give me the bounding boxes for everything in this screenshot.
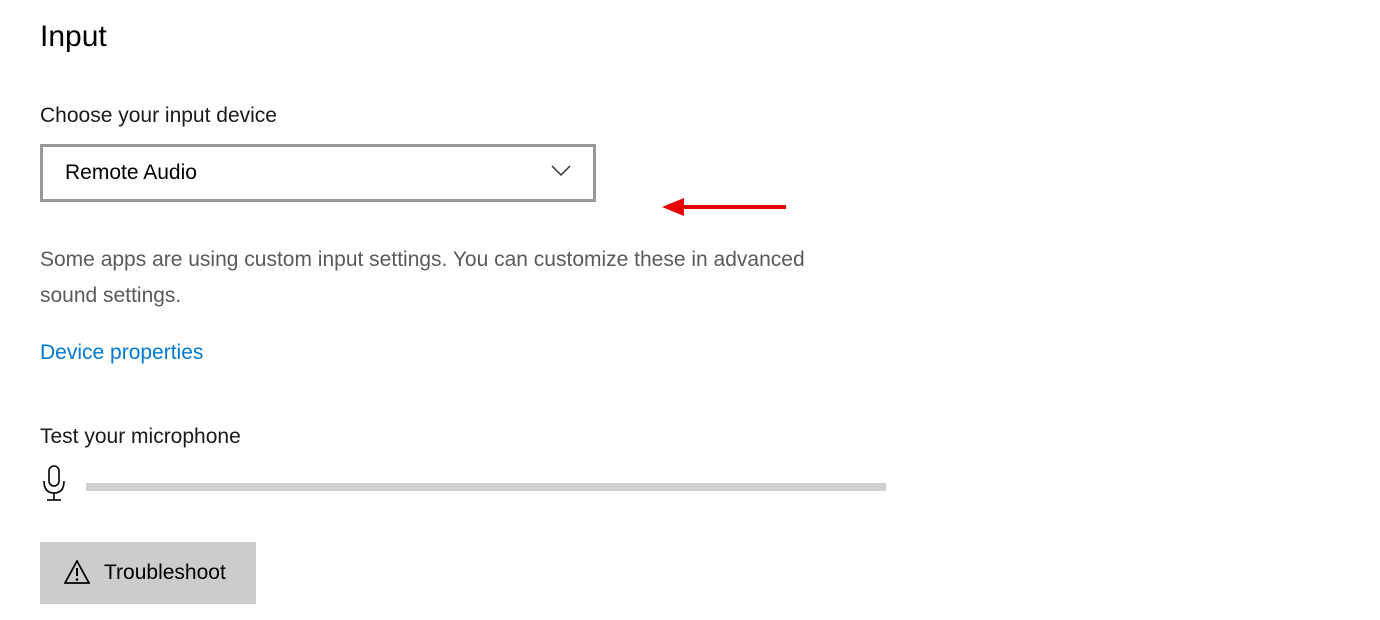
section-title: Input xyxy=(40,20,1340,54)
mic-level-bar xyxy=(86,483,886,491)
mic-test-row xyxy=(40,465,1340,508)
arrow-annotation xyxy=(660,192,790,227)
mic-test-label: Test your microphone xyxy=(40,425,1340,449)
warning-icon xyxy=(64,560,90,587)
input-device-dropdown[interactable]: Remote Audio xyxy=(40,144,596,202)
chevron-down-icon xyxy=(551,164,571,182)
input-settings-description: Some apps are using custom input setting… xyxy=(40,242,820,313)
input-device-label: Choose your input device xyxy=(40,104,1340,128)
microphone-icon xyxy=(40,465,68,508)
device-properties-link[interactable]: Device properties xyxy=(40,341,203,365)
troubleshoot-button[interactable]: Troubleshoot xyxy=(40,542,256,604)
input-device-selected: Remote Audio xyxy=(65,161,197,185)
troubleshoot-label: Troubleshoot xyxy=(104,561,226,585)
